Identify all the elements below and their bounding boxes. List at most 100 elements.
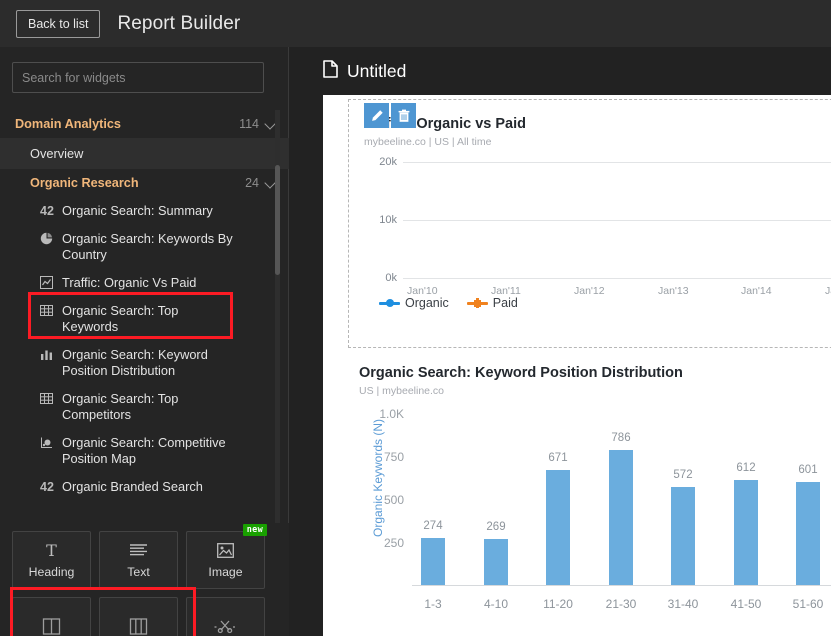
bar[interactable] (609, 450, 633, 585)
sidebar-item-traffic-organic-vs-paid[interactable]: Traffic: Organic Vs Paid (0, 269, 289, 297)
sidebar-item-overview[interactable]: Overview (0, 138, 289, 169)
add-three-column-layout-button[interactable] (99, 597, 178, 636)
text-lines-icon (129, 541, 148, 560)
x-axis-tick: Jan'14 (741, 285, 772, 297)
page-title: Report Builder (117, 13, 240, 35)
edit-widget-button[interactable] (364, 103, 389, 128)
palette-label: Image (208, 565, 242, 579)
sidebar-item-label: Organic Search: Summary (62, 203, 213, 219)
y-axis-tick: 250 (370, 536, 404, 550)
y-axis-tick: 20k (349, 156, 397, 168)
legend-item-organic[interactable]: Organic (379, 296, 449, 310)
bar[interactable] (546, 470, 570, 585)
bar-value-label: 671 (535, 452, 581, 464)
image-icon (217, 541, 234, 560)
group-label: Domain Analytics (15, 117, 239, 131)
sidebar-item-competitive-position-map[interactable]: Organic Search: Competitive Position Map (0, 429, 289, 473)
y-axis-tick: 0k (349, 272, 397, 284)
search-input[interactable] (12, 62, 264, 93)
sidebar-item-label: Organic Search: Keyword Position Distrib… (62, 347, 237, 379)
tree-group-domain-analytics[interactable]: Domain Analytics 114 (0, 110, 289, 138)
search-container (0, 47, 288, 93)
bar-value-label: 612 (723, 462, 769, 474)
widget-palette: T Heading Text new Image (0, 523, 289, 636)
heading-icon: T (43, 541, 60, 560)
svg-text:T: T (46, 542, 57, 559)
bar-value-label: 274 (410, 520, 456, 532)
sidebar-item-keyword-position-distribution[interactable]: Organic Search: Keyword Position Distrib… (0, 341, 289, 385)
sidebar-item-label: Traffic: Organic Vs Paid (62, 275, 196, 291)
widget-tree: Domain Analytics 114 Overview Organic Re… (0, 110, 289, 570)
bar[interactable] (734, 480, 758, 585)
back-to-list-button[interactable]: Back to list (16, 10, 100, 38)
y-axis-tick: 1.0K (370, 407, 404, 421)
gridline (403, 220, 831, 221)
legend-marker-circle-icon (379, 298, 400, 309)
widget-keyword-position-distribution[interactable]: Organic Search: Keyword Position Distrib… (348, 365, 831, 635)
sidebar-item-label: Organic Search: Top Competitors (62, 391, 237, 423)
legend-label: Organic (405, 296, 449, 310)
trash-icon (397, 109, 411, 123)
x-axis-tick: Jan'13 (658, 285, 689, 297)
bar[interactable] (671, 487, 695, 585)
add-image-widget-button[interactable]: new Image (186, 531, 265, 589)
bar-value-label: 786 (598, 432, 644, 444)
sidebar-item-organic-search-summary[interactable]: 42 Organic Search: Summary (0, 197, 289, 225)
widgets-sidebar: Domain Analytics 114 Overview Organic Re… (0, 47, 289, 636)
sidebar-scrollbar-thumb[interactable] (275, 165, 280, 275)
widget-count-badge: 42 (40, 203, 62, 218)
x-axis-tick: 1-3 (407, 597, 459, 611)
add-text-widget-button[interactable]: Text (99, 531, 178, 589)
sidebar-item-label: Overview (30, 146, 83, 161)
delete-widget-button[interactable] (391, 103, 416, 128)
table-icon (40, 391, 62, 405)
x-axis-tick: 31-40 (657, 597, 709, 611)
widget-title: Organic Search: Keyword Position Distrib… (359, 365, 683, 381)
sidebar-item-keywords-by-country[interactable]: Organic Search: Keywords By Country (0, 225, 289, 269)
bar[interactable] (484, 539, 508, 585)
x-axis-tick: Jan'15 (825, 285, 831, 297)
bar-value-label: 269 (473, 521, 519, 533)
chart-legend: Organic Paid (379, 296, 518, 310)
palette-row-1: T Heading Text new Image (12, 531, 277, 589)
x-axis-tick: 4-10 (470, 597, 522, 611)
add-heading-widget-button[interactable]: T Heading (12, 531, 91, 589)
sidebar-item-label: Organic Search: Keywords By Country (62, 231, 237, 263)
sidebar-item-top-keywords[interactable]: Organic Search: Top Keywords (0, 297, 289, 341)
pencil-icon (370, 109, 384, 123)
bar-value-label: 601 (785, 464, 831, 476)
widget-traffic-organic-vs-paid[interactable]: Traffic: Organic vs Paid mybeeline.co | … (348, 99, 831, 348)
report-canvas-area: Untitled Traffic: Orga (290, 47, 831, 636)
bar-value-label: 572 (660, 469, 706, 481)
legend-marker-cross-icon (467, 298, 488, 309)
chevron-down-icon (266, 120, 275, 129)
x-axis-tick: 51-60 (782, 597, 831, 611)
document-title[interactable]: Untitled (347, 61, 406, 82)
line-chart-icon (40, 275, 62, 289)
bar[interactable] (796, 482, 820, 585)
sidebar-item-top-competitors[interactable]: Organic Search: Top Competitors (0, 385, 289, 429)
x-axis-tick: 21-30 (595, 597, 647, 611)
document-title-bar: Untitled (290, 47, 831, 95)
sidebar-item-organic-branded-search[interactable]: 42 Organic Branded Search (0, 473, 289, 501)
widget-subtitle: US | mybeeline.co (359, 385, 444, 397)
sidebar-item-label: Organic Search: Top Keywords (62, 303, 237, 335)
page-break-icon (214, 617, 237, 636)
bar[interactable] (421, 538, 445, 585)
legend-item-paid[interactable]: Paid (467, 296, 518, 310)
x-axis-tick: Jan'12 (574, 285, 605, 297)
widget-count-badge: 42 (40, 479, 62, 494)
group-count: 114 (239, 117, 259, 131)
table-icon (40, 303, 62, 317)
add-two-column-layout-button[interactable] (12, 597, 91, 636)
bar-chart-icon (40, 347, 62, 361)
y-axis-tick: 750 (370, 450, 404, 464)
add-page-break-button[interactable] (186, 597, 265, 636)
widget-toolbar (364, 103, 416, 128)
report-builder-window: Back to list Report Builder Domain Analy… (0, 0, 831, 636)
palette-row-2 (12, 597, 277, 636)
tree-group-organic-research[interactable]: Organic Research 24 (0, 169, 289, 197)
report-canvas: Traffic: Organic vs Paid mybeeline.co | … (323, 95, 831, 636)
y-axis-tick: 10k (349, 214, 397, 226)
pie-chart-icon (40, 231, 62, 245)
